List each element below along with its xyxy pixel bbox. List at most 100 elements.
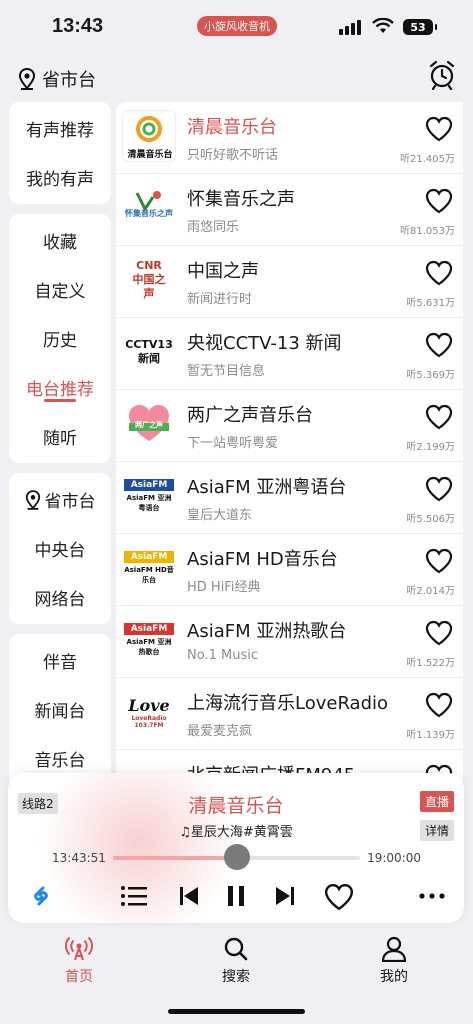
station-program: 暂无节目信息 xyxy=(187,364,266,379)
top-bar: 省市台 xyxy=(0,58,473,98)
location-pin-icon xyxy=(18,68,36,90)
live-badge: 直播 xyxy=(419,791,454,812)
category-item[interactable]: 新闻台 xyxy=(9,685,111,734)
battery-icon: 53 xyxy=(403,19,437,35)
category-item[interactable]: 中央台 xyxy=(9,524,111,573)
category-item-active[interactable]: 电台推荐 xyxy=(9,363,111,412)
category-label: 省市台 xyxy=(44,492,96,512)
station-program: 雨悠同乐 xyxy=(187,220,240,235)
status-bar: 13:43 小旋风收音机 53 xyxy=(0,0,473,54)
listen-count: 听5.631万 xyxy=(406,298,455,309)
heart-icon[interactable] xyxy=(425,260,453,286)
tab-home[interactable]: 首页 xyxy=(39,936,119,986)
logo-caption: 两广之声 xyxy=(135,421,163,429)
station-row[interactable]: 两广之声 两广之声音乐台 下一站粤听粤爱 听2.199万 xyxy=(116,390,463,462)
station-row[interactable]: CCTV13 新闻 央视CCTV-13 新闻 暂无节目信息 听5.369万 xyxy=(116,318,463,390)
logo-caption: AsiaFM 亚洲粤语台 xyxy=(126,494,172,512)
home-indicator xyxy=(168,1009,305,1014)
station-name: 央视CCTV-13 新闻 xyxy=(187,333,342,354)
tab-me[interactable]: 我的 xyxy=(354,936,434,986)
category-group-region: 省市台 中央台 网络台 xyxy=(9,473,111,624)
category-item[interactable]: 收藏 xyxy=(9,216,111,265)
previous-icon[interactable] xyxy=(178,883,200,909)
now-playing-song: ♫星辰大海#黄霄雲 xyxy=(179,825,293,840)
heart-icon[interactable] xyxy=(425,548,453,574)
station-row[interactable]: AsiaFM AsiaFM HD音乐台 AsiaFM HD音乐台 HD HiFi… xyxy=(116,534,463,606)
category-group-genre: 伴音 新闻台 音乐台 xyxy=(9,634,111,794)
pause-icon[interactable] xyxy=(224,883,248,909)
favorite-heart-icon[interactable] xyxy=(324,883,354,911)
station-program: 最爱麦克疯 xyxy=(187,724,253,739)
location-selector[interactable]: 省市台 xyxy=(18,66,96,92)
listen-count: 听2.199万 xyxy=(406,442,455,453)
category-item[interactable]: 有声推荐 xyxy=(9,104,111,153)
station-logo: AsiaFM AsiaFM 亚洲热歌台 xyxy=(122,614,176,666)
station-row[interactable]: 怀集音乐之声 怀集音乐之声 雨悠同乐 听81.053万 xyxy=(116,174,463,246)
station-row[interactable]: Love LoveRadio 103.7FM 上海流行音乐LoveRadio 最… xyxy=(116,678,463,750)
station-list[interactable]: 清晨音乐台 清晨音乐台 只听好歌不听话 听21.405万 怀集音乐之声 怀集音乐… xyxy=(116,102,463,782)
category-group-radio: 收藏 自定义 历史 电台推荐 随听 xyxy=(9,214,111,463)
station-program: HD HiFi经典 xyxy=(187,580,261,595)
station-name: 清晨音乐台 xyxy=(187,117,277,138)
tab-label: 首页 xyxy=(65,969,93,985)
heart-icon[interactable] xyxy=(425,620,453,646)
station-logo: 清晨音乐台 xyxy=(122,110,176,162)
shazam-icon[interactable] xyxy=(28,883,54,909)
station-logo: 怀集音乐之声 xyxy=(122,182,176,234)
station-program: 皇后大道东 xyxy=(187,508,253,523)
heart-icon[interactable] xyxy=(425,188,453,214)
listen-count: 听1.522万 xyxy=(406,658,455,669)
station-name: 上海流行音乐LoveRadio xyxy=(187,693,389,714)
category-label: 电台推荐 xyxy=(26,380,94,400)
logo-badge: AsiaFM xyxy=(124,623,174,635)
next-icon[interactable] xyxy=(274,883,296,909)
station-name: AsiaFM HD音乐台 xyxy=(187,549,338,570)
listen-count: 听21.405万 xyxy=(400,154,455,165)
station-row[interactable]: CNR 中国之声 中国之声 新闻进行时 听5.631万 xyxy=(116,246,463,318)
station-program: No.1 Music xyxy=(187,648,258,663)
logo-badge: AsiaFM xyxy=(124,551,174,563)
now-playing-title: 清晨音乐台 xyxy=(188,795,284,817)
listen-count: 听5.369万 xyxy=(406,370,455,381)
station-row[interactable]: 清晨音乐台 清晨音乐台 只听好歌不听话 听21.405万 xyxy=(116,102,463,174)
cellular-signal-icon xyxy=(339,20,361,35)
category-item-province[interactable]: 省市台 xyxy=(9,475,111,524)
category-item[interactable]: 网络台 xyxy=(9,573,111,622)
time-start: 13:43:51 xyxy=(52,851,106,865)
logo-caption: CCTV13 新闻 xyxy=(125,338,173,365)
station-program: 只听好歌不听话 xyxy=(187,148,279,163)
logo-badge: AsiaFM xyxy=(124,479,174,491)
logo-mark: Love xyxy=(128,695,170,715)
listen-count: 听2.014万 xyxy=(406,586,455,597)
category-panel: 有声推荐 我的有声 收藏 自定义 历史 电台推荐 随听 省市台 中央台 网络台 … xyxy=(9,102,111,804)
station-logo: 两广之声 xyxy=(122,398,176,450)
station-logo: AsiaFM AsiaFM HD音乐台 xyxy=(122,542,176,594)
station-row[interactable]: AsiaFM AsiaFM 亚洲粤语台 AsiaFM 亚洲粤语台 皇后大道东 听… xyxy=(116,462,463,534)
category-group-audio: 有声推荐 我的有声 xyxy=(9,102,111,204)
more-icon[interactable] xyxy=(418,883,446,909)
category-item[interactable]: 伴音 xyxy=(9,636,111,685)
heart-icon[interactable] xyxy=(425,332,453,358)
alarm-clock-icon[interactable] xyxy=(428,60,456,90)
now-playing-card: 线路2 清晨音乐台 直播 详情 ♫星辰大海#黄霄雲 13:43:51 19:00… xyxy=(8,773,464,923)
logo-caption: CNR 中国之声 xyxy=(132,259,166,300)
station-name: 中国之声 xyxy=(187,261,259,282)
location-label: 省市台 xyxy=(42,70,96,91)
progress-thumb[interactable] xyxy=(223,844,250,870)
heart-icon[interactable] xyxy=(425,476,453,502)
category-item[interactable]: 历史 xyxy=(9,314,111,363)
station-row[interactable]: AsiaFM AsiaFM 亚洲热歌台 AsiaFM 亚洲热歌台 No.1 Mu… xyxy=(116,606,463,678)
category-item[interactable]: 自定义 xyxy=(9,265,111,314)
station-name: AsiaFM 亚洲热歌台 xyxy=(187,621,347,642)
heart-icon[interactable] xyxy=(425,692,453,718)
heart-icon[interactable] xyxy=(425,116,453,142)
progress-fill xyxy=(113,856,237,860)
category-item[interactable]: 我的有声 xyxy=(9,153,111,202)
category-item[interactable]: 随听 xyxy=(9,412,111,461)
heart-icon[interactable] xyxy=(425,404,453,430)
tab-search[interactable]: 搜索 xyxy=(196,936,276,986)
app-pill: 小旋风收音机 xyxy=(197,16,277,36)
tab-label: 我的 xyxy=(380,969,408,985)
station-logo: CNR 中国之声 xyxy=(122,254,176,306)
playlist-icon[interactable] xyxy=(120,883,148,909)
